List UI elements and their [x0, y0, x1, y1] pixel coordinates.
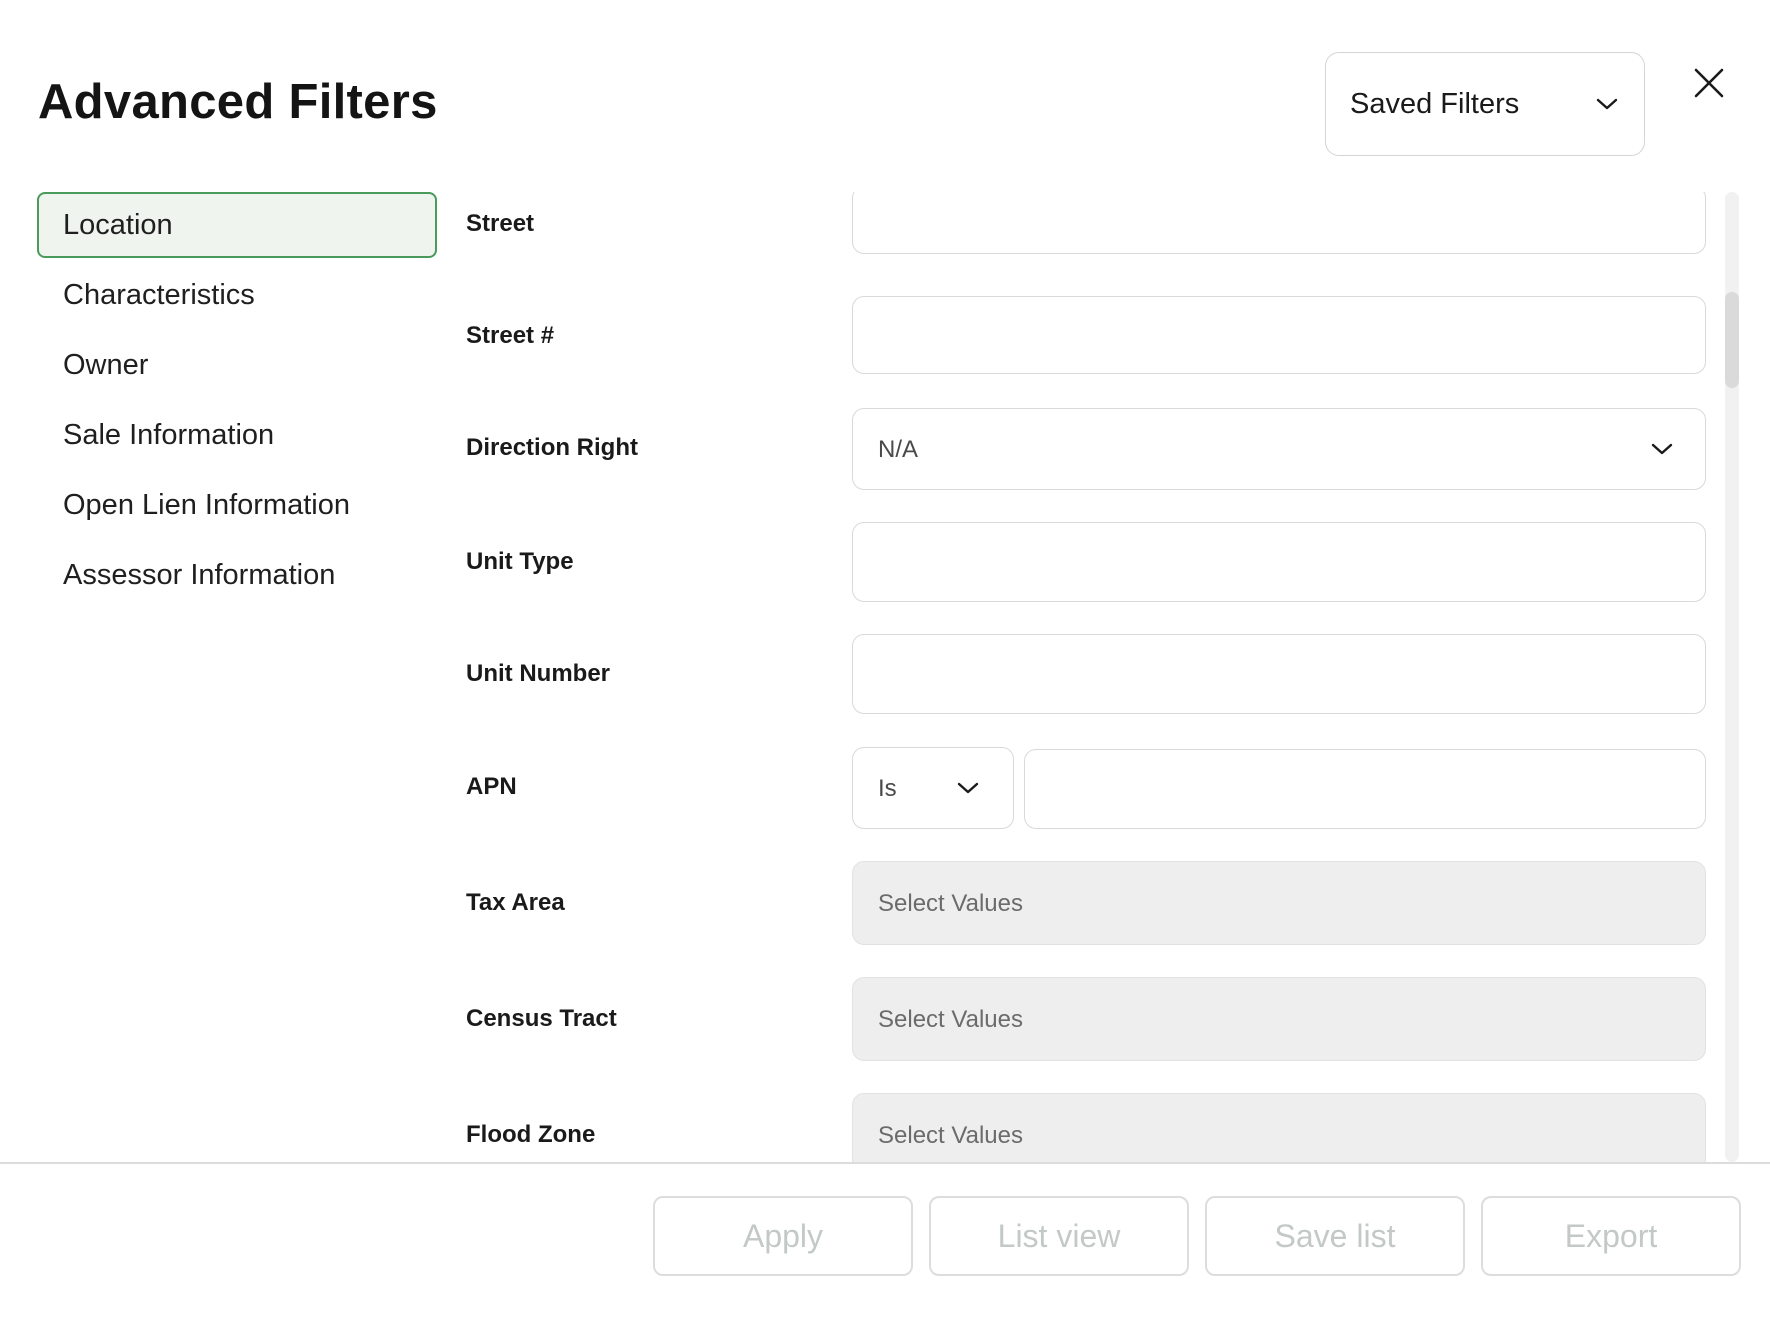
- street-label: Street: [466, 210, 535, 237]
- close-icon[interactable]: [1692, 66, 1726, 100]
- unit-type-label: Unit Type: [466, 548, 574, 575]
- unit-type-field[interactable]: [852, 522, 1706, 602]
- flood-zone-multiselect[interactable]: Select Values: [852, 1093, 1706, 1162]
- unit-number-field[interactable]: [852, 634, 1706, 714]
- tax-area-label: Tax Area: [466, 889, 565, 916]
- sidebar-item-sale-information[interactable]: Sale Information: [37, 402, 437, 468]
- apply-button[interactable]: Apply: [653, 1196, 913, 1276]
- unit-number-label: Unit Number: [466, 660, 610, 687]
- apn-operator-value: Is: [878, 775, 897, 802]
- filter-category-sidebar: Location Characteristics Owner Sale Info…: [37, 192, 437, 612]
- street-number-field[interactable]: [852, 296, 1706, 374]
- tax-area-placeholder: Select Values: [878, 890, 1023, 917]
- sidebar-item-location[interactable]: Location: [37, 192, 437, 258]
- apn-operator-select[interactable]: Is: [852, 747, 1014, 829]
- apn-value-input[interactable]: [1024, 749, 1706, 829]
- footer-divider: [0, 1162, 1770, 1164]
- direction-right-select[interactable]: N/A: [852, 408, 1706, 490]
- census-tract-placeholder: Select Values: [878, 1006, 1023, 1033]
- form-scrollbar[interactable]: [1725, 192, 1739, 1162]
- chevron-down-icon: [957, 782, 979, 794]
- sidebar-item-characteristics[interactable]: Characteristics: [37, 262, 437, 328]
- street-number-label: Street #: [466, 322, 555, 349]
- flood-zone-label: Flood Zone: [466, 1121, 596, 1148]
- census-tract-multiselect[interactable]: Select Values: [852, 977, 1706, 1061]
- direction-right-label: Direction Right: [466, 434, 638, 461]
- sidebar-item-owner[interactable]: Owner: [37, 332, 437, 398]
- saved-filters-label: Saved Filters: [1350, 87, 1520, 120]
- sidebar-item-assessor-information[interactable]: Assessor Information: [37, 542, 437, 608]
- census-tract-label: Census Tract: [466, 1005, 617, 1032]
- export-button[interactable]: Export: [1481, 1196, 1741, 1276]
- page-title: Advanced Filters: [38, 75, 438, 129]
- direction-right-value: N/A: [878, 436, 919, 463]
- scrollbar-thumb[interactable]: [1725, 292, 1739, 388]
- tax-area-multiselect[interactable]: Select Values: [852, 861, 1706, 945]
- chevron-down-icon: [1596, 98, 1618, 110]
- sidebar-item-open-lien-information[interactable]: Open Lien Information: [37, 472, 437, 538]
- save-list-button[interactable]: Save list: [1205, 1196, 1465, 1276]
- flood-zone-placeholder: Select Values: [878, 1122, 1023, 1149]
- saved-filters-dropdown[interactable]: Saved Filters: [1325, 52, 1645, 156]
- list-view-button[interactable]: List view: [929, 1196, 1189, 1276]
- chevron-down-icon: [1651, 443, 1673, 455]
- apn-label: APN: [466, 773, 517, 800]
- filter-form: Street Street # Direction Right N/A Unit…: [466, 192, 1706, 1162]
- street-field[interactable]: [852, 192, 1706, 254]
